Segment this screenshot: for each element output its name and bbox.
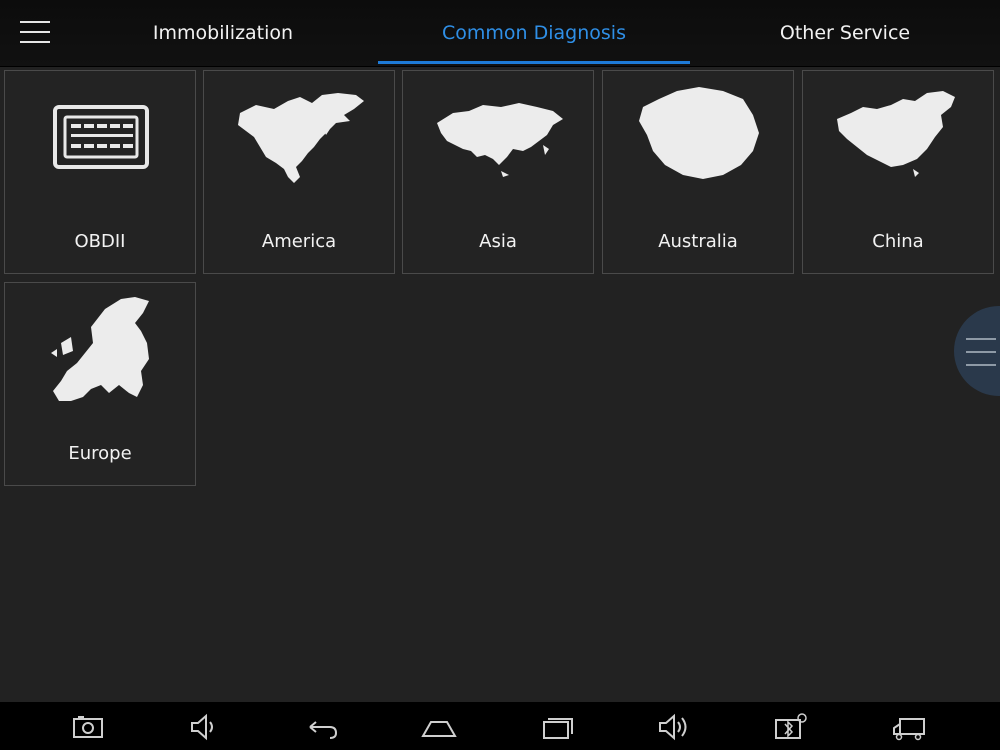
china-map-icon [803, 85, 993, 197]
tile-label: China [872, 231, 924, 252]
europe-map-icon [5, 297, 195, 409]
tile-label: Australia [658, 231, 738, 252]
tile-asia[interactable]: Asia [402, 70, 594, 274]
tab-immobilization[interactable]: Immobilization [120, 0, 326, 64]
system-nav-bar [0, 702, 1000, 750]
recent-apps-icon[interactable] [540, 712, 576, 742]
tile-label: Europe [68, 443, 132, 464]
asia-map-icon [403, 85, 593, 197]
tab-other-service[interactable]: Other Service [740, 0, 950, 64]
north-america-map-icon [204, 85, 394, 197]
tile-label: OBDII [74, 231, 126, 252]
tile-china[interactable]: China [802, 70, 994, 274]
tile-america[interactable]: America [203, 70, 395, 274]
australia-map-icon [603, 85, 793, 197]
truck-icon[interactable] [890, 712, 926, 742]
home-icon[interactable] [421, 712, 457, 742]
tile-label: America [261, 231, 337, 252]
floating-menu-icon[interactable] [954, 306, 1000, 396]
tile-europe[interactable]: Europe [4, 282, 196, 486]
volume-up-icon[interactable] [656, 712, 692, 742]
hamburger-menu-icon[interactable] [20, 18, 52, 46]
tile-label: Asia [479, 231, 517, 252]
screenshot-icon[interactable] [70, 712, 106, 742]
tab-common-diagnosis[interactable]: Common Diagnosis [378, 0, 690, 64]
volume-down-icon[interactable] [186, 712, 222, 742]
tile-australia[interactable]: Australia [602, 70, 794, 274]
top-tab-bar: Immobilization Common Diagnosis Other Se… [0, 0, 1000, 67]
obd-connector-icon [5, 85, 195, 197]
tile-obdii[interactable]: OBDII [4, 70, 196, 274]
vci-bluetooth-icon[interactable] [772, 712, 808, 742]
back-icon[interactable] [304, 712, 340, 742]
